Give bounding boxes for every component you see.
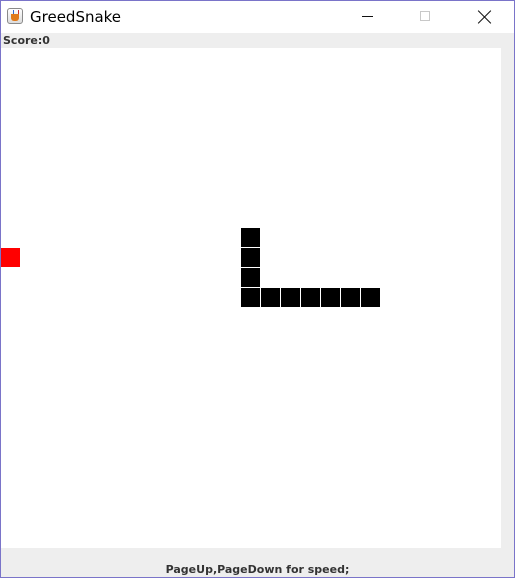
snake-segment <box>281 288 300 307</box>
game-window: GreedSnake Score:0 PageUp,PageDown for s… <box>0 0 515 578</box>
snake-segment <box>301 288 320 307</box>
maximize-button[interactable] <box>402 1 448 33</box>
food-pellet <box>1 248 20 267</box>
java-cup-icon[interactable] <box>7 8 23 24</box>
maximize-icon <box>420 11 430 21</box>
title-bar[interactable]: GreedSnake <box>1 1 514 33</box>
minimize-icon <box>362 16 373 17</box>
score-label: Score:0 <box>3 34 50 47</box>
speed-hint: PageUp,PageDown for speed; <box>165 563 350 576</box>
close-icon <box>478 10 492 24</box>
snake-segment <box>241 268 260 287</box>
minimize-button[interactable] <box>345 1 391 33</box>
snake-segment <box>321 288 340 307</box>
close-button[interactable] <box>462 1 508 33</box>
game-board[interactable] <box>1 48 501 548</box>
snake-segment <box>341 288 360 307</box>
snake-segment <box>261 288 280 307</box>
snake-segment <box>241 248 260 267</box>
snake-segment <box>241 288 260 307</box>
window-title: GreedSnake <box>30 8 122 26</box>
snake-head <box>241 228 260 247</box>
snake-segment <box>361 288 380 307</box>
